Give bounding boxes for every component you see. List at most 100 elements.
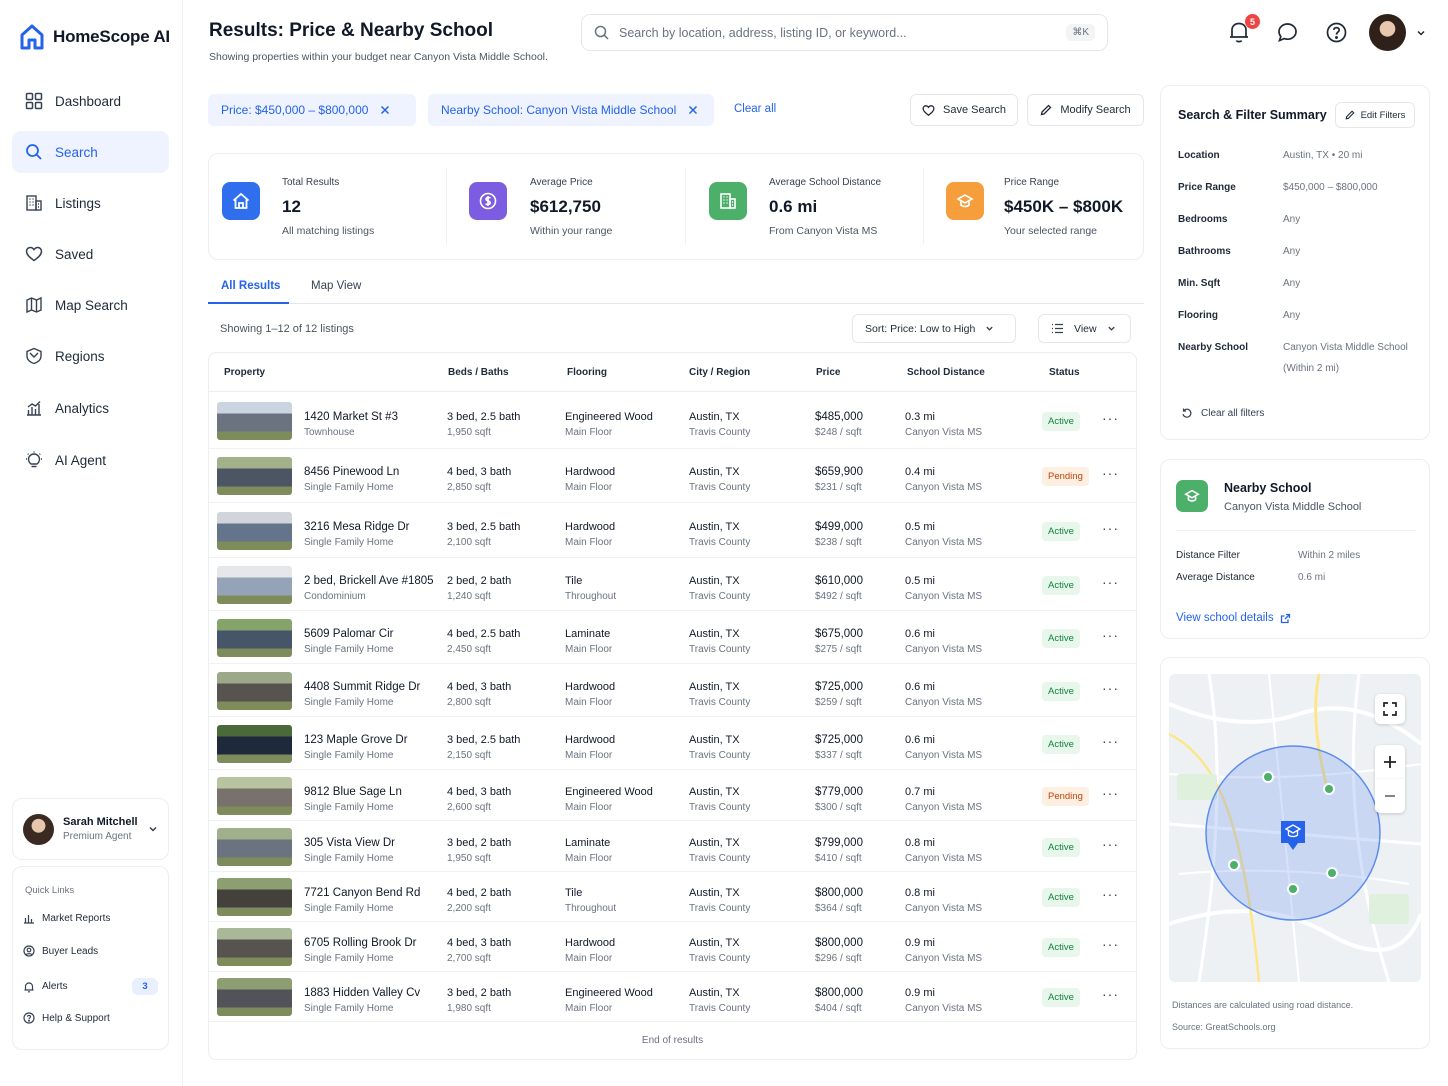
more-options-icon[interactable]: ··· [1102, 936, 1119, 952]
view-dropdown[interactable]: View [1038, 314, 1131, 343]
fullscreen-button[interactable] [1375, 694, 1405, 724]
more-options-icon[interactable]: ··· [1102, 986, 1119, 1002]
table-row[interactable]: 8456 Pinewood Ln Single Family Home 4 bed,… [209, 449, 1136, 503]
property-thumbnail[interactable] [217, 619, 292, 657]
close-icon[interactable] [380, 105, 390, 115]
listing-marker[interactable] [1262, 771, 1274, 783]
property-thumbnail[interactable] [217, 828, 292, 866]
column-header[interactable]: Flooring [567, 367, 607, 378]
property-address[interactable]: 3216 Mesa Ridge Dr [304, 521, 409, 533]
quick-link-market-reports[interactable]: Market Reports [23, 912, 158, 924]
sidebar-item-analytics[interactable]: Analytics [12, 387, 169, 429]
clear-all-link[interactable]: Clear all [734, 103, 776, 115]
school-map[interactable] [1169, 674, 1421, 982]
property-type: Single Family Home [304, 644, 394, 655]
chevron-down-icon[interactable] [148, 824, 158, 834]
sidebar-item-listings[interactable]: Listings [12, 182, 169, 224]
app-logo[interactable]: HomeScope AI [20, 24, 170, 50]
listing-marker[interactable] [1326, 867, 1338, 879]
property-address[interactable]: 7721 Canyon Bend Rd [304, 887, 420, 899]
sidebar-item-map-search[interactable]: Map Search [12, 284, 169, 326]
table-row[interactable]: 1420 Market St #3 Townhouse 3 bed, 2.5 bat… [209, 393, 1136, 449]
quick-link-help[interactable]: Help & Support [23, 1012, 158, 1024]
column-header[interactable]: Beds / Baths [448, 367, 509, 378]
search-input[interactable] [619, 25, 1057, 40]
tab-all-results[interactable]: All Results [221, 280, 280, 292]
sidebar-item-regions[interactable]: Regions [12, 335, 169, 377]
property-thumbnail[interactable] [217, 566, 292, 604]
property-address[interactable]: 8456 Pinewood Ln [304, 466, 399, 478]
column-header[interactable]: City / Region [689, 367, 750, 378]
search-bar[interactable]: ⌘K [581, 14, 1108, 51]
property-thumbnail[interactable] [217, 777, 292, 815]
property-address[interactable]: 6705 Rolling Brook Dr [304, 937, 417, 949]
table-row[interactable]: 2 bed, Brickell Ave #1805 Condominium 2 be… [209, 558, 1136, 611]
view-school-details-link[interactable]: View school details [1176, 612, 1291, 624]
more-options-icon[interactable]: ··· [1102, 733, 1119, 749]
table-row[interactable]: 3216 Mesa Ridge Dr Single Family Home 3 be… [209, 503, 1136, 558]
quick-link-alerts[interactable]: Alerts 3 [23, 978, 158, 995]
more-options-icon[interactable]: ··· [1102, 465, 1119, 481]
property-address[interactable]: 5609 Palomar Cir [304, 628, 393, 640]
column-header[interactable]: Price [816, 367, 840, 378]
zoom-in-button[interactable] [1375, 745, 1405, 779]
more-options-icon[interactable]: ··· [1102, 627, 1119, 643]
property-thumbnail[interactable] [217, 512, 292, 550]
table-row[interactable]: 4408 Summit Ridge Dr Single Family Home 4 … [209, 664, 1136, 717]
property-thumbnail[interactable] [217, 978, 292, 1016]
table-row[interactable]: 6705 Rolling Brook Dr Single Family Home 4… [209, 922, 1136, 972]
modify-search-button[interactable]: Modify Search [1027, 94, 1144, 126]
property-address[interactable]: 123 Maple Grove Dr [304, 734, 408, 746]
more-options-icon[interactable]: ··· [1102, 574, 1119, 590]
help-button[interactable] [1326, 22, 1347, 43]
account-menu-toggle[interactable] [1416, 28, 1426, 38]
property-thumbnail[interactable] [217, 672, 292, 710]
edit-filters-button[interactable]: Edit Filters [1335, 102, 1415, 128]
table-row[interactable]: 123 Maple Grove Dr Single Family Home 3 be… [209, 717, 1136, 770]
sidebar-item-dashboard[interactable]: Dashboard [12, 80, 169, 122]
more-options-icon[interactable]: ··· [1102, 886, 1119, 902]
sidebar-item-ai-agent[interactable]: AI Agent [12, 439, 169, 481]
tab-map-view[interactable]: Map View [311, 280, 361, 292]
more-options-icon[interactable]: ··· [1102, 410, 1119, 426]
more-options-icon[interactable]: ··· [1102, 520, 1119, 536]
property-thumbnail[interactable] [217, 725, 292, 763]
sort-dropdown[interactable]: Sort: Price: Low to High [852, 314, 1016, 343]
user-card[interactable]: Sarah Mitchell Premium Agent [12, 798, 169, 860]
sidebar-item-search[interactable]: Search [12, 131, 169, 173]
filter-chip-price[interactable]: Price: $450,000 – $800,000 [208, 94, 416, 126]
quick-link-buyer-leads[interactable]: Buyer Leads [23, 945, 158, 957]
column-header[interactable]: School Distance [907, 367, 985, 378]
table-row[interactable]: 5609 Palomar Cir Single Family Home 4 bed,… [209, 611, 1136, 664]
property-thumbnail[interactable] [217, 878, 292, 916]
listing-marker[interactable] [1228, 859, 1240, 871]
listing-marker[interactable] [1323, 783, 1335, 795]
property-address[interactable]: 1883 Hidden Valley Cv [304, 987, 420, 999]
property-address[interactable]: 9812 Blue Sage Ln [304, 786, 402, 798]
table-row[interactable]: 305 Vista View Dr Single Family Home 3 bed… [209, 821, 1136, 872]
avatar[interactable] [1369, 14, 1406, 51]
more-options-icon[interactable]: ··· [1102, 785, 1119, 801]
property-address[interactable]: 2 bed, Brickell Ave #1805 [304, 575, 434, 587]
table-row[interactable]: 7721 Canyon Bend Rd Single Family Home 4 b… [209, 872, 1136, 922]
column-header[interactable]: Property [224, 367, 265, 378]
sidebar-item-saved[interactable]: Saved [12, 233, 169, 275]
zoom-out-button[interactable] [1375, 779, 1405, 813]
clear-all-filters-button[interactable]: Clear all filters [1181, 407, 1264, 419]
filter-chip-school[interactable]: Nearby School: Canyon Vista Middle Schoo… [428, 94, 714, 126]
more-options-icon[interactable]: ··· [1102, 836, 1119, 852]
property-thumbnail[interactable] [217, 457, 292, 495]
column-header[interactable]: Status [1049, 367, 1080, 378]
more-options-icon[interactable]: ··· [1102, 680, 1119, 696]
property-thumbnail[interactable] [217, 928, 292, 966]
table-row[interactable]: 1883 Hidden Valley Cv Single Family Home 3… [209, 972, 1136, 1022]
listing-marker[interactable] [1287, 883, 1299, 895]
table-row[interactable]: 9812 Blue Sage Ln Single Family Home 4 bed… [209, 770, 1136, 821]
close-icon[interactable] [688, 105, 698, 115]
messages-button[interactable] [1277, 22, 1298, 43]
property-thumbnail[interactable] [217, 402, 292, 440]
property-address[interactable]: 305 Vista View Dr [304, 837, 395, 849]
property-address[interactable]: 1420 Market St #3 [304, 411, 398, 423]
save-search-button[interactable]: Save Search [910, 94, 1018, 126]
property-address[interactable]: 4408 Summit Ridge Dr [304, 681, 420, 693]
